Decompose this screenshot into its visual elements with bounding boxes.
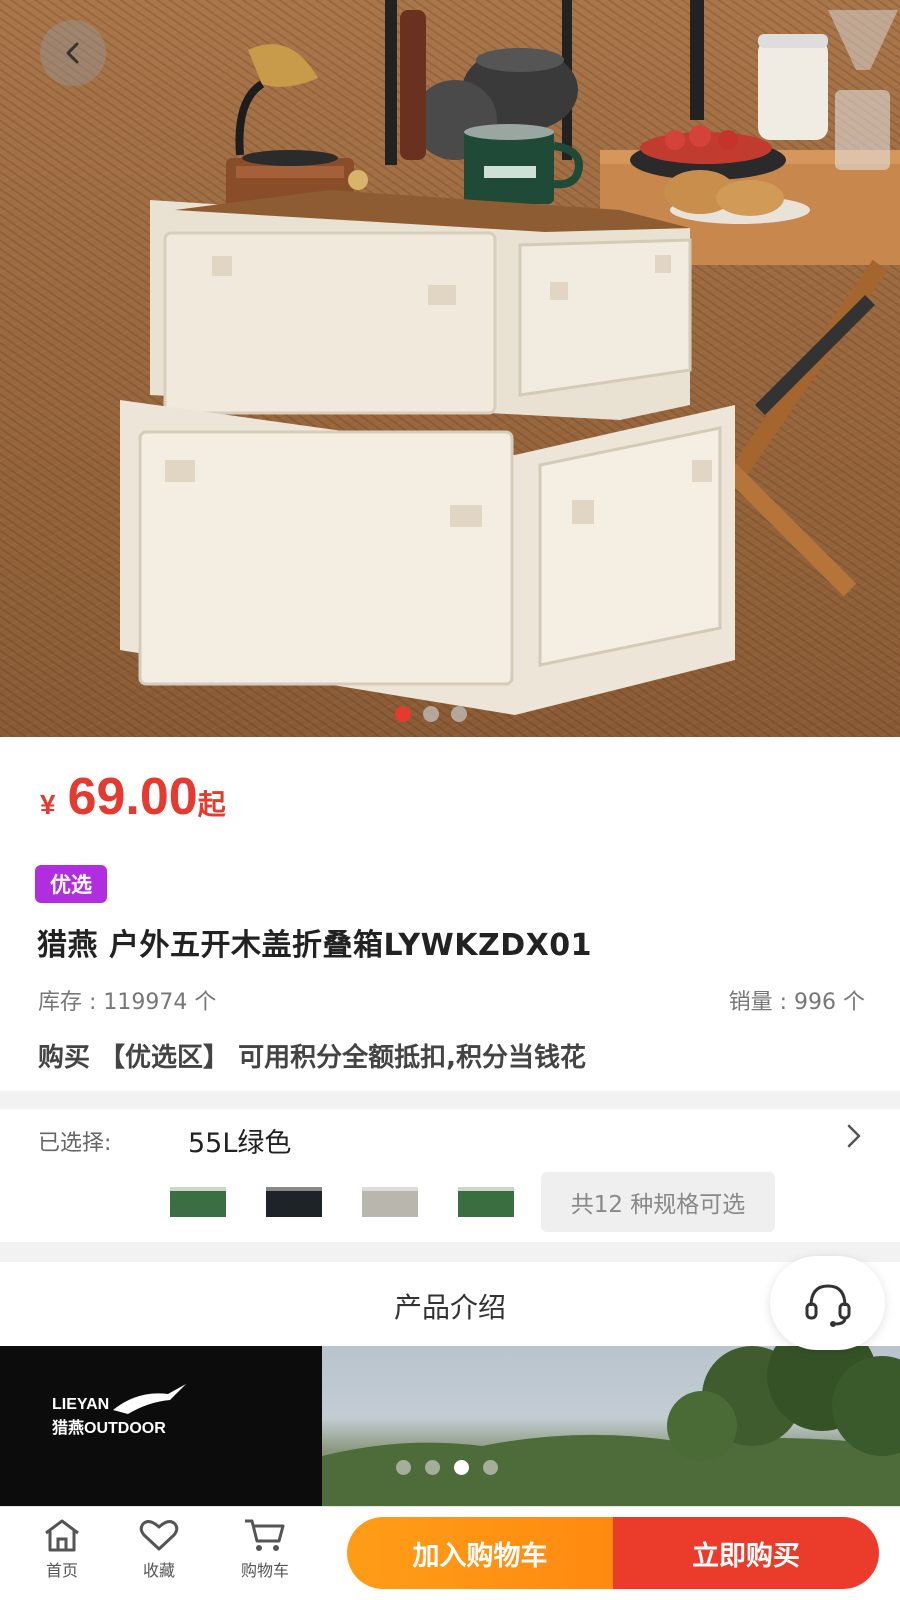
carousel-dot[interactable] — [395, 706, 411, 722]
box-thumbnail-icon — [170, 1187, 226, 1217]
trees-image — [322, 1346, 900, 1506]
nav-cart[interactable]: 购物车 — [225, 1517, 305, 1581]
green-mug — [464, 124, 583, 204]
brand-name-cn: 猎燕OUTDOOR — [52, 1420, 166, 1437]
nav-home[interactable]: 首页 — [22, 1517, 102, 1581]
product-intro-header: 产品介绍 — [0, 1262, 900, 1346]
spec-label: 已选择: — [38, 1131, 112, 1156]
banner-dot[interactable] — [396, 1460, 411, 1475]
spec-selector[interactable]: 已选择: 55L绿色 共12 种规格可选 — [0, 1109, 900, 1242]
price: ¥ 69.00 起 — [40, 767, 226, 827]
add-to-cart-button[interactable]: 加入购物车 — [347, 1517, 613, 1589]
brand-name-latin: LIEYAN — [52, 1396, 110, 1413]
spec-thumbnail-3[interactable] — [352, 1175, 428, 1225]
currency-symbol: ¥ — [40, 789, 56, 820]
spec-count-badge[interactable]: 共12 种规格可选 — [541, 1172, 775, 1232]
intro-banner-carousel[interactable]: LIEYAN 猎燕OUTDOOR — [0, 1346, 900, 1506]
nav-home-label: 首页 — [45, 1561, 78, 1580]
landscape-photo — [322, 1346, 900, 1506]
customer-service-button[interactable] — [770, 1256, 885, 1350]
product-info-card: ¥ 69.00 起 优选 猎燕 户外五开木盖折叠箱LYWKZDX01 库存 : … — [0, 737, 900, 1091]
product-photo — [120, 0, 900, 715]
box-thumbnail-icon — [362, 1187, 418, 1217]
spec-expand-button[interactable] — [843, 1121, 865, 1155]
chevron-left-icon — [66, 42, 79, 64]
folding-box-upper — [150, 190, 692, 420]
buy-now-button[interactable]: 立即购买 — [613, 1517, 879, 1589]
banner-dot[interactable] — [454, 1460, 469, 1475]
price-amount: 69.00 — [67, 768, 198, 826]
carousel-indicator — [395, 706, 467, 722]
spec-thumbnail-4[interactable] — [448, 1175, 524, 1225]
spec-selected-value: 55L绿色 — [188, 1128, 292, 1159]
bottom-action-bar: 首页 收藏 购物车 加入购物车 立即购买 — [0, 1506, 900, 1600]
box-thumbnail-icon — [266, 1187, 322, 1217]
section-title: 产品介绍 — [393, 1291, 506, 1324]
back-button[interactable] — [40, 20, 106, 86]
nav-favorite-label: 收藏 — [142, 1561, 175, 1580]
sales-count: 销量 : 996 个 — [728, 990, 865, 1015]
cart-icon — [245, 1519, 285, 1551]
home-icon — [45, 1519, 79, 1552]
headset-icon — [805, 1284, 850, 1327]
box-thumbnail-icon — [458, 1187, 514, 1217]
banner-dot[interactable] — [483, 1460, 498, 1475]
heart-icon — [139, 1520, 179, 1551]
carousel-dot[interactable] — [451, 706, 467, 722]
carousel-dot[interactable] — [423, 706, 439, 722]
spec-thumbnails — [160, 1175, 524, 1225]
stock-count: 库存 : 119974 个 — [38, 990, 217, 1015]
banner-dot[interactable] — [425, 1460, 440, 1475]
price-suffix: 起 — [197, 789, 226, 820]
folding-box-lower — [120, 400, 735, 715]
banner-indicator — [396, 1460, 498, 1475]
product-image-carousel[interactable] — [0, 0, 900, 737]
chevron-right-icon — [847, 1124, 861, 1148]
nav-favorite[interactable]: 收藏 — [119, 1517, 199, 1581]
product-title: 猎燕 户外五开木盖折叠箱LYWKZDX01 — [37, 928, 592, 963]
selected-tag-badge: 优选 — [35, 865, 107, 903]
spec-thumbnail-2[interactable] — [256, 1175, 332, 1225]
spec-thumbnail-1[interactable] — [160, 1175, 236, 1225]
nav-cart-label: 购物车 — [240, 1561, 289, 1580]
promo-text: 购买 【优选区】 可用积分全额抵扣,积分当钱花 — [38, 1043, 586, 1073]
brand-panel: LIEYAN 猎燕OUTDOOR — [0, 1346, 322, 1506]
product-detail-page: ¥ 69.00 起 优选 猎燕 户外五开木盖折叠箱LYWKZDX01 库存 : … — [0, 0, 900, 1600]
gramophone — [226, 44, 368, 210]
